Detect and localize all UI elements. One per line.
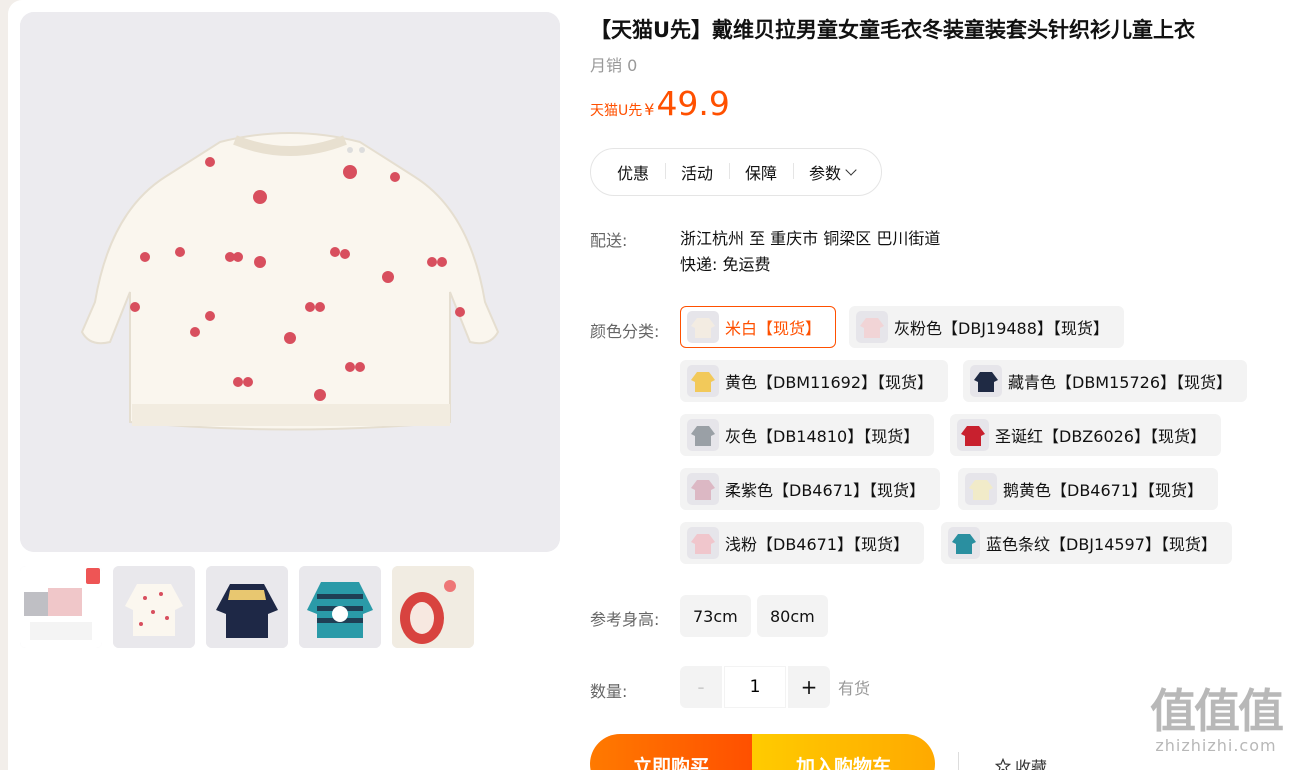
watermark-logo: 值值值 (1150, 684, 1284, 738)
color-option-label: 鹅黄色【DB4671】【现货】 (1003, 481, 1204, 500)
color-swatch-thumbnail (687, 473, 719, 505)
color-option-label: 黄色【DBM11692】【现货】 (725, 373, 934, 392)
color-swatch-thumbnail (965, 473, 997, 505)
tab-activity[interactable]: 活动 (665, 160, 729, 184)
tab-label: 优惠 (617, 164, 650, 183)
product-title: 【天猫U先】戴维贝拉男童女童毛衣冬装童装套头针织衫儿童上衣 (590, 18, 1196, 42)
color-label: 颜色分类: (590, 322, 660, 341)
chevron-down-icon (845, 164, 857, 176)
shipping-label: 配送: (590, 231, 628, 250)
size-option-80[interactable]: 80cm (757, 595, 828, 637)
divider (958, 752, 959, 770)
thumbnail-5[interactable] (392, 566, 474, 648)
sweater-illustration (20, 12, 560, 552)
thumbnail-2[interactable] (113, 566, 195, 648)
color-option-label: 圣诞红【DBZ6026】【现货】 (995, 427, 1206, 446)
tab-label: 活动 (681, 164, 714, 183)
price-tag: 天猫U先 (590, 103, 643, 119)
color-option[interactable]: 灰粉色【DBJ19488】【现货】 (849, 306, 1124, 348)
color-swatch-thumbnail (948, 527, 980, 559)
info-tabs: 优惠 活动 保障 参数 (590, 148, 883, 196)
tab-label: 保障 (745, 164, 778, 183)
main-product-image[interactable] (20, 12, 560, 552)
increase-button[interactable]: + (788, 666, 830, 708)
thumbnail-1[interactable] (20, 566, 102, 648)
color-swatch-thumbnail (856, 311, 888, 343)
tab-params[interactable]: 参数 (793, 160, 871, 184)
color-swatch-thumbnail (957, 419, 989, 451)
color-option-label: 浅粉【DB4671】【现货】 (725, 535, 910, 554)
color-option-label: 米白【现货】 (725, 319, 822, 338)
color-swatch-thumbnail (687, 311, 719, 343)
watermark-url: zhizhizhi.com (1155, 736, 1277, 755)
add-to-cart-button[interactable]: 加入购物车 (752, 734, 935, 770)
color-option-label: 柔紫色【DB4671】【现货】 (725, 481, 926, 500)
color-option-label: 藏青色【DBM15726】【现货】 (1008, 373, 1233, 392)
watermark: 值值值 zhizhizhi.com (1150, 684, 1284, 755)
tab-discount[interactable]: 优惠 (601, 160, 665, 184)
color-swatch-thumbnail (687, 365, 719, 397)
thumbnail-strip (20, 566, 474, 648)
color-swatch-thumbnail (687, 419, 719, 451)
color-option[interactable]: 蓝色条纹【DBJ14597】【现货】 (941, 522, 1232, 564)
size-label: 参考身高: (590, 610, 660, 629)
color-option[interactable]: 圣诞红【DBZ6026】【现货】 (950, 414, 1221, 456)
color-option[interactable]: 灰色【DB14810】【现货】 (680, 414, 935, 456)
color-swatch-thumbnail (687, 527, 719, 559)
color-option[interactable]: 浅粉【DB4671】【现货】 (680, 522, 925, 564)
shipping-express: 快递: 免运费 (680, 255, 771, 274)
buy-now-button[interactable]: 立即购买 (590, 734, 752, 770)
thumbnail-3[interactable] (206, 566, 288, 648)
star-icon (995, 758, 1011, 770)
shipping-route[interactable]: 浙江杭州 至 重庆市 铜梁区 巴川街道 (680, 226, 940, 252)
quantity-input[interactable] (724, 666, 786, 708)
color-option[interactable]: 米白【现货】 (680, 306, 837, 348)
shipping-info: 浙江杭州 至 重庆市 铜梁区 巴川街道 快递: 免运费 (680, 226, 940, 278)
color-option[interactable]: 柔紫色【DB4671】【现货】 (680, 468, 941, 510)
decrease-button[interactable]: - (680, 666, 722, 708)
quantity-label: 数量: (590, 682, 628, 701)
color-option[interactable]: 鹅黄色【DB4671】【现货】 (958, 468, 1219, 510)
color-option[interactable]: 藏青色【DBM15726】【现货】 (963, 360, 1248, 402)
favorite-label: 收藏 (1015, 758, 1048, 770)
thumbnail-4[interactable] (299, 566, 381, 648)
color-swatch-thumbnail (970, 365, 1002, 397)
currency-symbol: ¥ (644, 100, 655, 119)
size-option-73[interactable]: 73cm (680, 595, 751, 637)
color-option-label: 蓝色条纹【DBJ14597】【现货】 (986, 535, 1217, 554)
color-option-label: 灰色【DB14810】【现货】 (725, 427, 920, 446)
price-row: 天猫U先 ¥ 49.9 (590, 84, 730, 123)
tab-guarantee[interactable]: 保障 (729, 160, 793, 184)
favorite-button[interactable]: 收藏 (995, 754, 1047, 770)
tab-label: 参数 (809, 164, 842, 183)
price-value: 49.9 (656, 84, 730, 123)
monthly-sales: 月销 0 (590, 56, 638, 75)
color-option[interactable]: 黄色【DBM11692】【现货】 (680, 360, 949, 402)
color-option-label: 灰粉色【DBJ19488】【现货】 (894, 319, 1109, 338)
quantity-stepper: - + 有货 (680, 666, 870, 708)
stock-status: 有货 (838, 679, 871, 698)
